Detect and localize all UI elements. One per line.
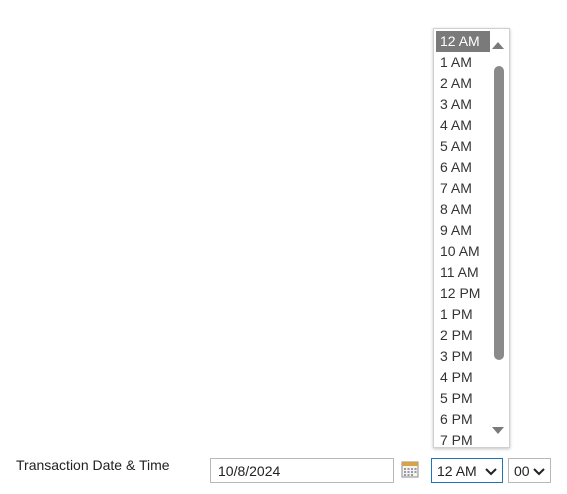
hour-option[interactable]: 11 AM bbox=[436, 262, 490, 283]
hour-option[interactable]: 5 PM bbox=[436, 388, 490, 409]
hour-option[interactable]: 6 AM bbox=[436, 157, 490, 178]
hour-option[interactable]: 7 PM bbox=[436, 430, 490, 451]
transaction-date-label: Transaction Date & Time bbox=[16, 457, 170, 473]
hour-option[interactable]: 2 AM bbox=[436, 73, 490, 94]
chevron-down-icon bbox=[533, 467, 545, 475]
hour-option[interactable]: 9 AM bbox=[436, 220, 490, 241]
hour-option[interactable]: 10 AM bbox=[436, 241, 490, 262]
scroll-up-icon[interactable] bbox=[489, 37, 507, 53]
hour-option[interactable]: 5 AM bbox=[436, 136, 490, 157]
hour-option[interactable]: 12 AM bbox=[436, 31, 490, 52]
hour-select[interactable]: 12 AM bbox=[431, 458, 503, 483]
hour-option[interactable]: 8 AM bbox=[436, 199, 490, 220]
hour-select-value: 12 AM bbox=[437, 462, 477, 479]
hour-option[interactable]: 7 AM bbox=[436, 178, 490, 199]
minute-select[interactable]: 00 bbox=[508, 458, 551, 483]
hour-option[interactable]: 6 PM bbox=[436, 409, 490, 430]
hour-option[interactable]: 4 AM bbox=[436, 115, 490, 136]
minute-select-value: 00 bbox=[514, 462, 530, 479]
scroll-down-icon[interactable] bbox=[489, 423, 507, 439]
hour-option[interactable]: 3 AM bbox=[436, 94, 490, 115]
hour-option[interactable]: 1 PM bbox=[436, 304, 490, 325]
hour-options: 12 AM 1 AM 2 AM 3 AM 4 AM 5 AM 6 AM 7 AM… bbox=[436, 31, 490, 451]
chevron-down-icon bbox=[485, 467, 497, 475]
hour-option[interactable]: 4 PM bbox=[436, 367, 490, 388]
dropdown-scrollbar[interactable] bbox=[489, 31, 507, 445]
date-input[interactable] bbox=[210, 458, 394, 483]
hour-option[interactable]: 3 PM bbox=[436, 346, 490, 367]
hour-option[interactable]: 1 AM bbox=[436, 52, 490, 73]
scroll-thumb[interactable] bbox=[494, 66, 504, 360]
hour-dropdown-list[interactable]: 12 AM 1 AM 2 AM 3 AM 4 AM 5 AM 6 AM 7 AM… bbox=[433, 28, 510, 448]
hour-option[interactable]: 12 PM bbox=[436, 283, 490, 304]
calendar-icon[interactable] bbox=[401, 460, 419, 478]
hour-option[interactable]: 2 PM bbox=[436, 325, 490, 346]
page: 12 AM 1 AM 2 AM 3 AM 4 AM 5 AM 6 AM 7 AM… bbox=[0, 0, 567, 494]
